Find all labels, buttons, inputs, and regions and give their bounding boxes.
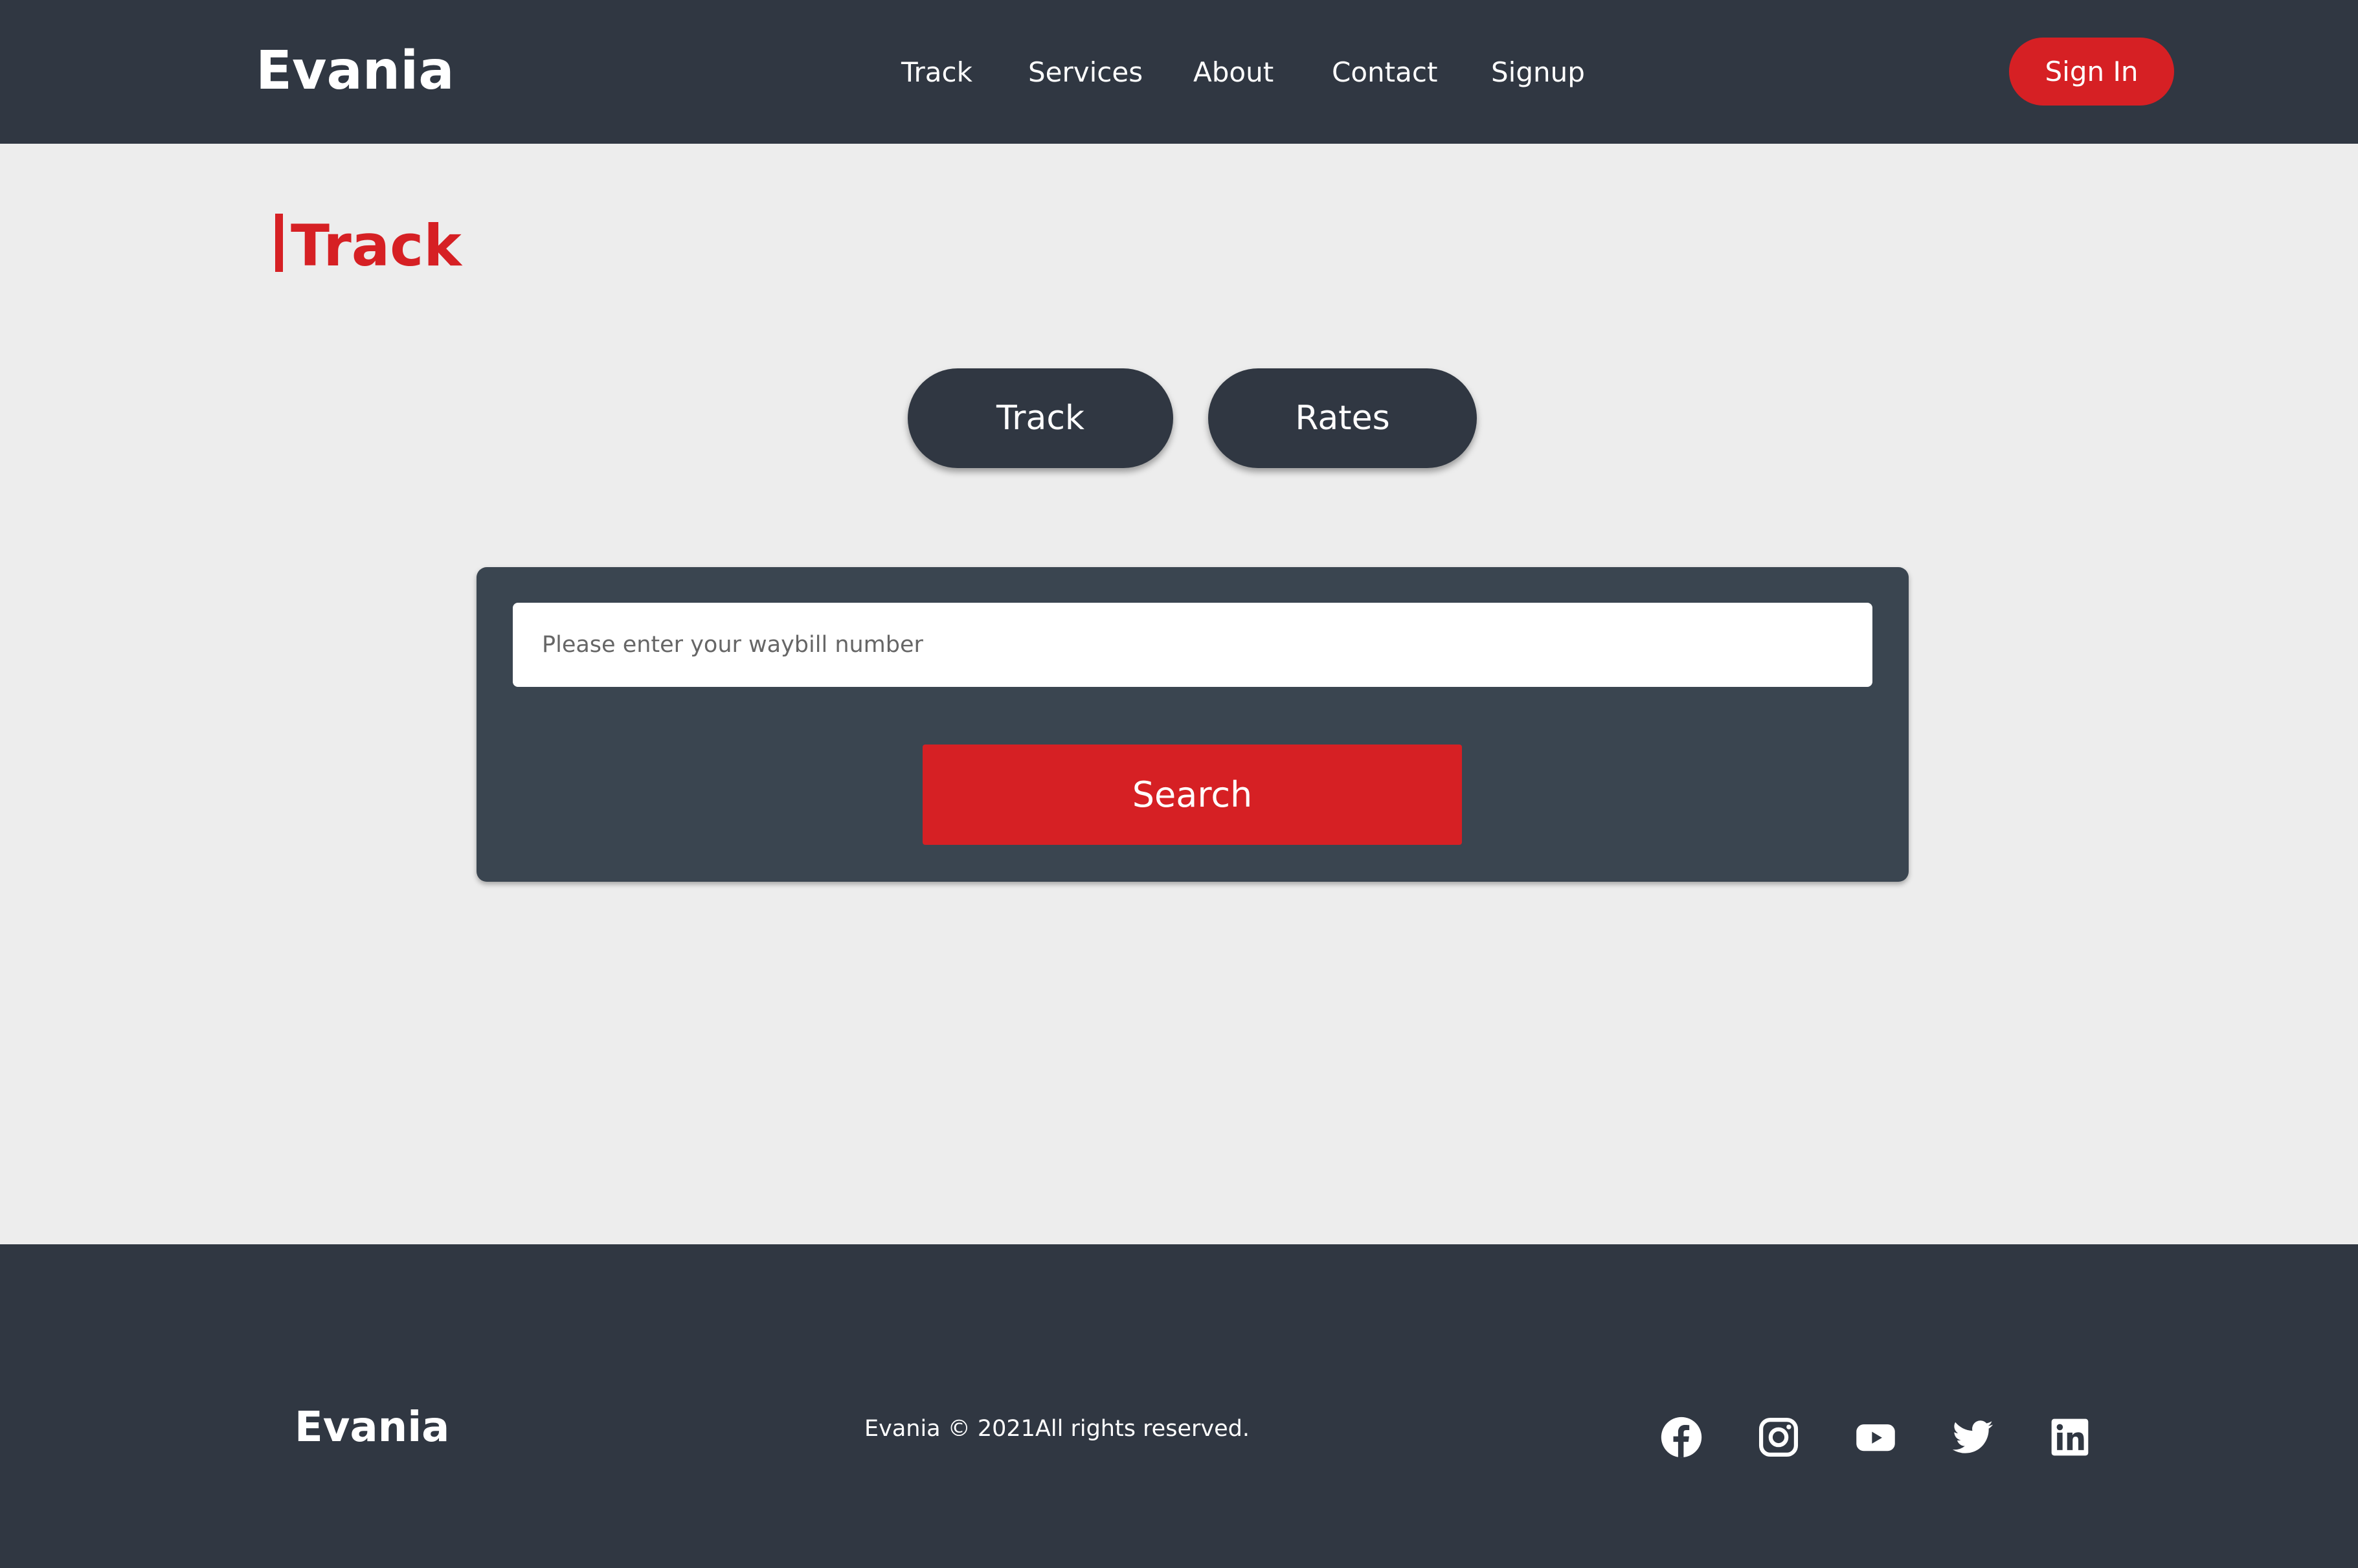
nav-contact[interactable]: Contact <box>1332 55 1437 90</box>
tab-rates[interactable]: Rates <box>1208 368 1477 468</box>
nav-signup[interactable]: Signup <box>1491 55 1585 90</box>
facebook-icon[interactable] <box>1659 1415 1703 1459</box>
youtube-icon[interactable] <box>1854 1415 1898 1459</box>
footer-logo: Evania <box>295 1404 450 1451</box>
nav-services[interactable]: Services <box>1028 55 1143 90</box>
copyright-text: Evania © 2021All rights reserved. <box>864 1416 1250 1442</box>
nav-track[interactable]: Track <box>901 55 972 90</box>
tab-track[interactable]: Track <box>908 368 1173 468</box>
page-title: Track <box>275 210 462 282</box>
sign-in-button[interactable]: Sign In <box>2009 38 2174 106</box>
twitter-icon[interactable] <box>1951 1415 1995 1459</box>
instagram-icon[interactable] <box>1757 1415 1801 1459</box>
linkedin-icon[interactable] <box>2048 1415 2092 1459</box>
title-accent-bar <box>275 214 283 272</box>
page-title-text: Track <box>291 212 462 279</box>
nav-about[interactable]: About <box>1193 55 1274 90</box>
brand-logo[interactable]: Evania <box>256 39 455 104</box>
waybill-input[interactable] <box>513 603 1872 687</box>
search-button[interactable]: Search <box>923 745 1462 845</box>
